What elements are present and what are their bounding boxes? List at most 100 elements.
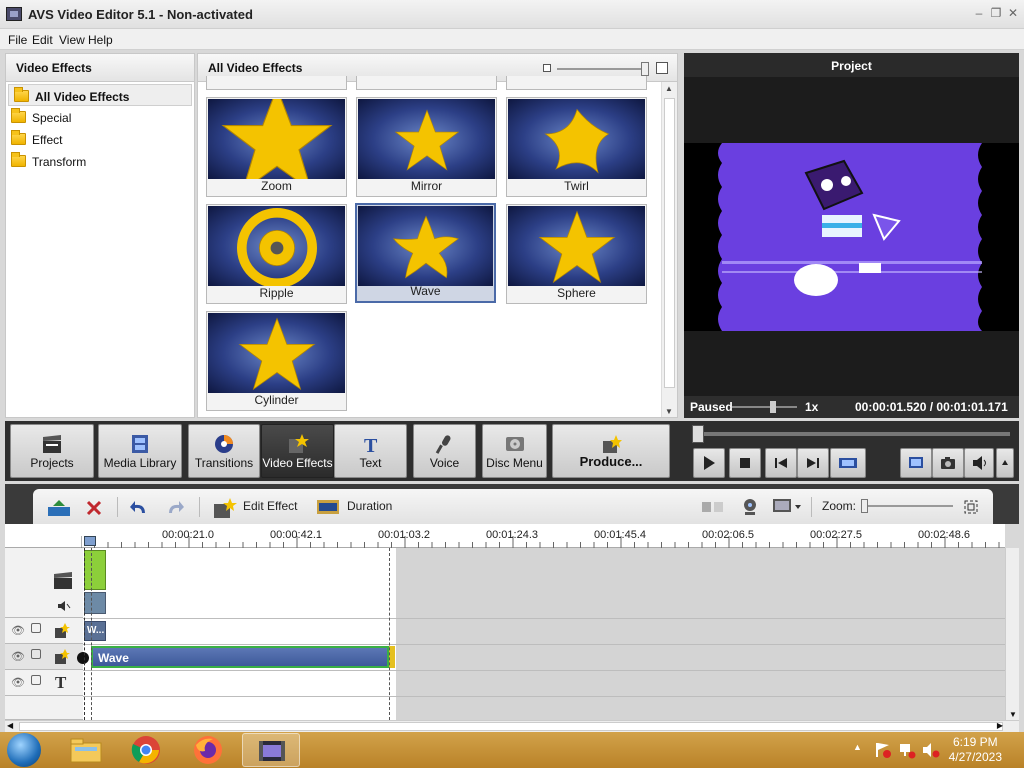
thumbnail-size-slider[interactable] — [543, 60, 673, 76]
effect-tile-partial[interactable] — [206, 76, 347, 90]
effect-tile-zoom[interactable]: Zoom — [206, 97, 347, 197]
tree-item-transform[interactable]: Transform — [6, 150, 194, 172]
show-hidden-icons-icon[interactable]: ▲ — [853, 742, 862, 752]
edit-effect-button[interactable]: Edit Effect — [243, 499, 297, 513]
duration-button[interactable]: Duration — [347, 499, 392, 513]
seek-handle[interactable] — [692, 425, 704, 443]
tree-item-effect[interactable]: Effect — [6, 128, 194, 150]
scroll-right-icon[interactable]: ▶ — [997, 721, 1003, 730]
scroll-down-icon[interactable]: ▼ — [1009, 710, 1017, 719]
minimize-button[interactable]: – — [972, 6, 986, 20]
network-icon[interactable] — [898, 741, 916, 759]
menu-help[interactable]: Help — [88, 33, 113, 47]
effect-thumbnail — [208, 206, 345, 286]
menu-file[interactable]: File — [8, 33, 27, 47]
menu-view[interactable]: View — [59, 33, 85, 47]
split-clip-icon[interactable] — [701, 500, 725, 514]
effect-thumbnail — [358, 99, 495, 179]
close-button[interactable]: ✕ — [1006, 6, 1020, 20]
voice-button[interactable]: Voice — [413, 424, 476, 478]
previous-frame-button[interactable] — [765, 448, 797, 478]
effect-clip-small[interactable]: W... — [84, 621, 106, 641]
effect-tile-mirror[interactable]: Mirror — [356, 97, 497, 197]
effect-label: Twirl — [564, 179, 589, 193]
volume-slider-thumb[interactable] — [770, 401, 776, 413]
zoom-slider-thumb[interactable] — [861, 499, 868, 513]
restore-button[interactable]: ❐ — [989, 6, 1003, 20]
seek-bar[interactable] — [690, 425, 1015, 443]
scroll-up-icon[interactable]: ▲ — [665, 84, 673, 93]
volume-slider[interactable] — [732, 401, 797, 413]
video-clip[interactable] — [84, 550, 106, 590]
visibility-eye-icon[interactable]: 👁 — [11, 676, 25, 689]
disc-menu-button[interactable]: Disc Menu — [482, 424, 547, 478]
transitions-button[interactable]: Transitions — [188, 424, 260, 478]
timeline-horizontal-scrollbar[interactable]: ◀ ▶ — [5, 720, 1019, 732]
lock-icon[interactable] — [31, 649, 41, 659]
scroll-left-icon[interactable]: ◀ — [7, 721, 13, 730]
scroll-down-icon[interactable]: ▼ — [665, 407, 673, 416]
play-button[interactable] — [693, 448, 725, 478]
projects-button[interactable]: Projects — [10, 424, 94, 478]
more-controls-button[interactable] — [996, 448, 1014, 478]
svg-text:T: T — [364, 435, 378, 455]
tree-item-label: Special — [32, 111, 72, 125]
delete-icon[interactable] — [85, 499, 103, 517]
effect-tile-partial[interactable] — [506, 76, 647, 90]
visibility-eye-icon[interactable]: 👁 — [11, 624, 25, 637]
tree-item-special[interactable]: Special — [6, 106, 194, 128]
volume-button[interactable] — [964, 448, 994, 478]
visibility-eye-icon[interactable]: 👁 — [11, 650, 25, 663]
gallery-scrollbar[interactable]: ▲ ▼ — [661, 82, 677, 417]
effect-tile-sphere[interactable]: Sphere — [506, 204, 647, 304]
timeline-zoom-slider[interactable] — [861, 499, 953, 513]
aspect-ratio-icon[interactable] — [772, 498, 802, 516]
media-library-button[interactable]: Media Library — [98, 424, 182, 478]
chrome-icon — [131, 736, 160, 764]
effect-thumbnail — [358, 206, 493, 286]
effect-tile-ripple[interactable]: Ripple — [206, 204, 347, 304]
effect-tile-cylinder[interactable]: Cylinder — [206, 311, 347, 411]
tree-item-all-video-effects[interactable]: All Video Effects — [8, 84, 192, 106]
menu-edit[interactable]: Edit — [32, 33, 53, 47]
detach-preview-button[interactable] — [900, 448, 932, 478]
timeline-ruler[interactable]: 00:00:21.0 00:00:42.1 00:01:03.2 00:01:2… — [5, 524, 1005, 548]
fit-to-window-icon[interactable] — [963, 499, 979, 515]
taskbar-avs-video-editor[interactable] — [242, 733, 300, 767]
lock-icon[interactable] — [31, 623, 41, 633]
snapshot-button[interactable] — [932, 448, 964, 478]
effect-tile-partial[interactable] — [356, 76, 497, 90]
volume-muted-icon[interactable] — [922, 741, 940, 759]
storyboard-toggle-icon[interactable] — [47, 499, 71, 517]
scrollbar-thumb[interactable] — [664, 98, 675, 388]
produce-button[interactable]: Produce... — [552, 424, 670, 478]
next-frame-button[interactable] — [797, 448, 829, 478]
undo-icon[interactable] — [129, 499, 149, 517]
playhead-marker[interactable] — [84, 536, 96, 546]
action-center-flag-icon[interactable] — [874, 741, 892, 759]
effect-label: Wave — [410, 284, 441, 298]
video-effects-button[interactable]: Video Effects — [261, 424, 334, 478]
lock-icon[interactable] — [31, 675, 41, 685]
h-scrollbar-thumb[interactable] — [19, 722, 1003, 731]
stop-button[interactable] — [729, 448, 761, 478]
taskbar-chrome[interactable] — [118, 733, 176, 767]
slider-thumb[interactable] — [641, 62, 649, 76]
fullscreen-preview-button[interactable] — [830, 448, 866, 478]
playback-speed[interactable]: 1x — [805, 400, 818, 414]
wave-effect-clip[interactable]: Wave — [91, 646, 389, 668]
taskbar-explorer[interactable] — [57, 733, 115, 767]
effect-tile-wave[interactable]: Wave — [355, 203, 496, 303]
record-webcam-icon[interactable] — [739, 497, 761, 517]
redo-icon[interactable] — [165, 499, 185, 517]
audio-waveform-clip[interactable] — [84, 592, 106, 614]
taskbar-clock[interactable]: 6:19 PM 4/27/2023 — [949, 735, 1002, 765]
taskbar-firefox[interactable] — [180, 733, 238, 767]
ruler-label: 00:01:24.3 — [486, 529, 538, 541]
speaker-muted-icon[interactable] — [57, 600, 71, 612]
effect-tile-twirl[interactable]: Twirl — [506, 97, 647, 197]
folder-icon — [11, 152, 26, 167]
text-button[interactable]: T Text — [334, 424, 407, 478]
start-button[interactable] — [7, 733, 41, 767]
timeline-vertical-scrollbar[interactable]: ▼ — [1005, 548, 1019, 720]
